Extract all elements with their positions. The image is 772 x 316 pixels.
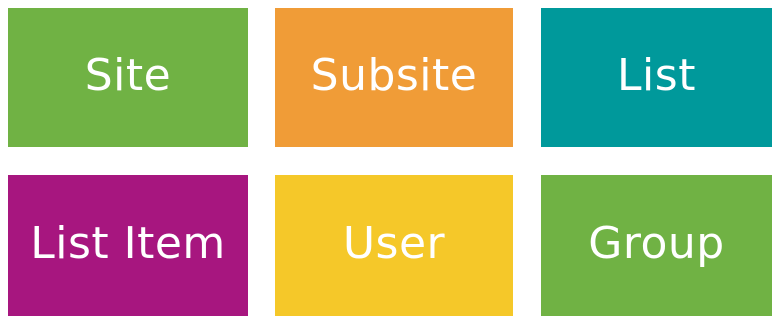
tile-user[interactable]: User (275, 175, 513, 316)
tile-label: List Item (30, 217, 226, 269)
tile-subsite[interactable]: Subsite (275, 8, 513, 147)
tile-list[interactable]: List (541, 8, 772, 147)
tile-label: Group (588, 217, 725, 269)
tile-site[interactable]: Site (8, 8, 248, 147)
tile-grid: Site Subsite List List Item User Group (0, 0, 772, 316)
tile-list-item[interactable]: List Item (8, 175, 248, 316)
tile-group[interactable]: Group (541, 175, 772, 316)
tile-label: Subsite (310, 49, 478, 101)
tile-label: User (342, 217, 446, 269)
tile-label: Site (84, 49, 172, 101)
tile-label: List (617, 49, 696, 101)
